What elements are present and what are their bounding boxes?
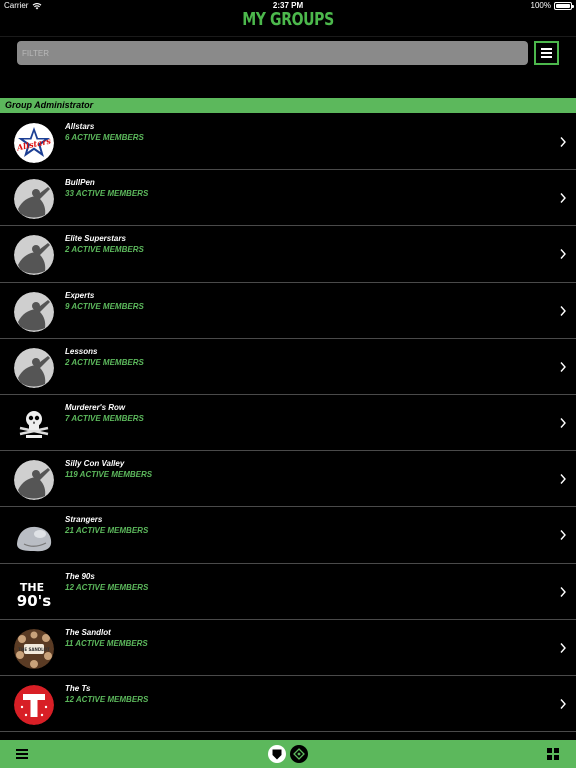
skull-crossbones-icon	[14, 403, 54, 444]
chevron-right-icon	[560, 305, 566, 316]
group-row-experts[interactable]: Experts 9 ACTIVE MEMBERS	[0, 282, 576, 339]
home-plate-icon[interactable]	[268, 745, 286, 763]
chevron-right-icon	[560, 642, 566, 653]
group-members: 9 ACTIVE MEMBERS	[65, 301, 144, 311]
status-right: 100%	[530, 1, 574, 10]
menu-line	[541, 52, 552, 54]
group-row-elite-superstars[interactable]: Elite Superstars 2 ACTIVE MEMBERS	[0, 226, 576, 283]
batter-silhouette-icon	[14, 291, 54, 332]
group-name: The 90s	[65, 571, 95, 581]
grid-view-icon[interactable]	[547, 748, 559, 760]
batter-silhouette-icon	[14, 235, 54, 276]
section-header: Group Administrator	[0, 98, 576, 113]
chevron-right-icon	[560, 417, 566, 428]
chevron-right-icon	[560, 249, 566, 260]
battery-fill	[556, 3, 570, 8]
grid-cell	[554, 748, 559, 753]
menu-line	[16, 757, 28, 759]
menu-line	[16, 749, 28, 751]
group-row-murderers-row[interactable]: Murderer's Row 7 ACTIVE MEMBERS	[0, 394, 576, 452]
group-name: BullPen	[65, 178, 95, 188]
group-members: 7 ACTIVE MEMBERS	[65, 413, 144, 423]
group-members: 21 ACTIVE MEMBERS	[65, 526, 149, 536]
sandlot-logo-icon: THE SANDLOT	[14, 628, 54, 669]
group-members: 6 ACTIVE MEMBERS	[65, 133, 144, 142]
chevron-right-icon	[560, 137, 566, 147]
group-name: Strangers	[65, 515, 103, 525]
chevron-right-icon	[560, 530, 566, 541]
batter-silhouette-icon	[14, 347, 54, 388]
group-members: 119 ACTIVE MEMBERS	[65, 470, 153, 480]
battery-percent: 100%	[530, 1, 551, 10]
group-row-the-sandlot[interactable]: THE SANDLOT The Sandlot 11 ACTIVE MEMBER…	[0, 619, 576, 676]
hamburger-menu-icon[interactable]	[16, 749, 28, 759]
chevron-right-icon	[560, 193, 566, 204]
menu-line	[541, 56, 552, 58]
baseball-diamond-icon[interactable]	[290, 745, 308, 763]
group-list: Allstars Allstars 6 ACTIVE MEMBERS BullP…	[0, 114, 576, 733]
bottom-toolbar	[0, 740, 576, 768]
battery-icon	[554, 1, 574, 10]
the90s-bottom-text: 90's	[17, 592, 51, 610]
group-members: 33 ACTIVE MEMBERS	[65, 189, 149, 199]
group-name: Elite Superstars	[65, 234, 126, 244]
chevron-right-icon	[560, 361, 566, 372]
batter-silhouette-icon	[14, 460, 54, 501]
diamond-shape	[293, 748, 305, 760]
group-members: 12 ACTIVE MEMBERS	[65, 694, 149, 704]
group-row-the-90s[interactable]: THE 90's The 90s 12 ACTIVE MEMBERS	[0, 563, 576, 620]
group-members: 12 ACTIVE MEMBERS	[65, 582, 149, 592]
group-row-allstars[interactable]: Allstars Allstars 6 ACTIVE MEMBERS	[0, 114, 576, 171]
group-name: Murderer's Row	[65, 402, 126, 412]
group-row-bullpen[interactable]: BullPen 33 ACTIVE MEMBERS	[0, 170, 576, 227]
batter-silhouette-icon	[14, 179, 54, 220]
menu-line	[541, 48, 552, 50]
group-name: Silly Con Valley	[65, 459, 125, 469]
group-row-lessons[interactable]: Lessons 2 ACTIVE MEMBERS	[0, 338, 576, 395]
menu-line	[16, 753, 28, 755]
sandlot-logo-text: THE SANDLOT	[18, 647, 50, 652]
header-divider	[0, 36, 576, 37]
chevron-right-icon	[560, 474, 566, 485]
group-members: 11 ACTIVE MEMBERS	[65, 638, 148, 648]
group-name: The Sandlot	[65, 627, 111, 637]
group-members: 2 ACTIVE MEMBERS	[65, 357, 144, 367]
home-plate-shape	[272, 749, 282, 759]
group-row-strangers[interactable]: Strangers 21 ACTIVE MEMBERS	[0, 507, 576, 564]
chevron-right-icon	[560, 586, 566, 597]
group-name: Allstars	[65, 122, 95, 131]
chevron-right-icon	[560, 698, 566, 709]
group-name: Lessons	[65, 346, 98, 356]
blob-creature-icon	[14, 516, 54, 557]
group-row-silly-con-valley[interactable]: Silly Con Valley 119 ACTIVE MEMBERS	[0, 451, 576, 508]
grid-cell	[547, 755, 552, 760]
allstars-logo-icon: Allstars	[14, 123, 54, 163]
group-name: Experts	[65, 290, 95, 300]
menu-button[interactable]	[534, 41, 559, 65]
filter-input[interactable]	[17, 41, 528, 65]
group-row-the-ts[interactable]: The Ts 12 ACTIVE MEMBERS	[0, 675, 576, 733]
page-title: MY GROUPS	[242, 9, 334, 30]
group-name: The Ts	[65, 683, 91, 693]
group-members: 2 ACTIVE MEMBERS	[65, 245, 144, 255]
grid-cell	[547, 748, 552, 753]
letter-t-logo-icon	[14, 684, 54, 725]
the-90s-logo-icon: THE 90's	[14, 572, 54, 613]
grid-cell	[554, 755, 559, 760]
